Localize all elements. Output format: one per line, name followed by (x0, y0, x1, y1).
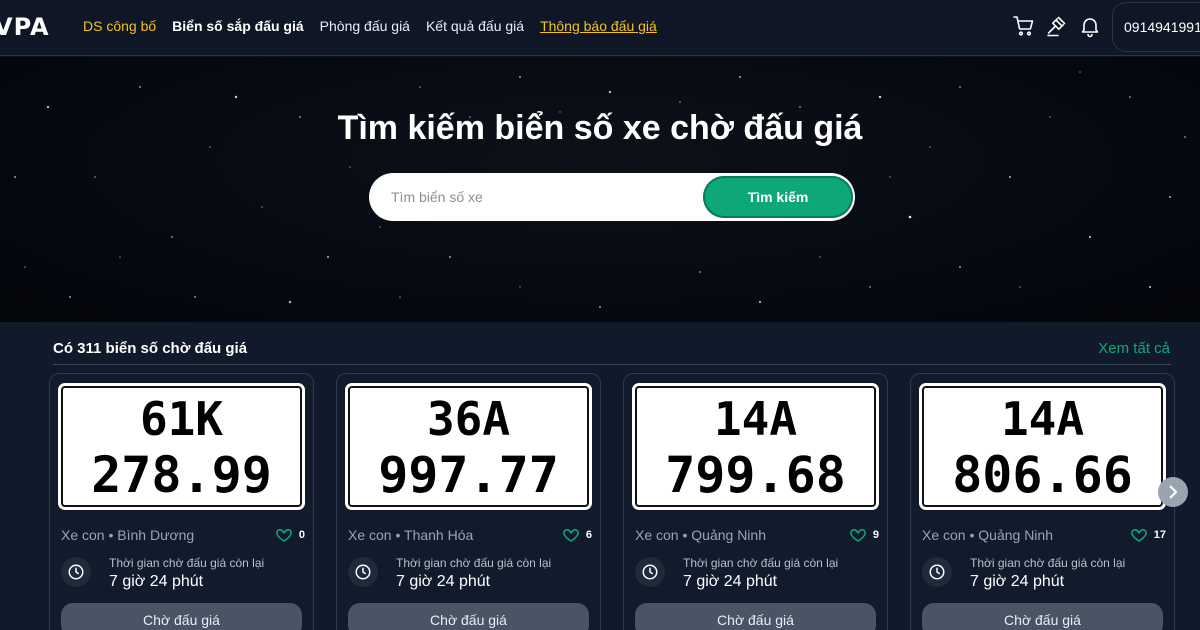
license-plate: 14A 806.66 (922, 386, 1163, 507)
pending-plates-section: Có 311 biển số chờ đấu giá Xem tất cả 61… (0, 322, 1200, 630)
like-counter: 0 (275, 526, 305, 544)
plate-meta: Xe con • Thanh Hóa (348, 527, 474, 543)
time-remaining-label: Thời gian chờ đấu giá còn lại (970, 556, 1126, 570)
plate-line-2: 799.68 (665, 446, 846, 504)
bell-icon[interactable] (1078, 14, 1102, 38)
like-counter: 9 (849, 526, 879, 544)
plate-line-1: 14A (713, 392, 798, 446)
plate-card[interactable]: 61K 278.99 Xe con • Bình Dương 0 Thời gi… (49, 373, 314, 630)
heart-icon[interactable] (849, 526, 867, 544)
nav-ket-qua-dau-gia[interactable]: Kết quả đấu giá (426, 18, 524, 34)
like-count: 17 (1153, 529, 1166, 541)
section-divider (53, 364, 1171, 365)
clock-icon (348, 557, 378, 587)
waiting-auction-button[interactable]: Chờ đấu giá (922, 603, 1163, 630)
plate-card[interactable]: 14A 799.68 Xe con • Quảng Ninh 9 Thời gi… (623, 373, 888, 630)
top-navigation-bar: VPA DS công bố Biển số sắp đấu giá Phòng… (0, 0, 1200, 56)
plate-line-1: 14A (1000, 392, 1085, 446)
site-logo[interactable]: VPA (0, 13, 50, 41)
clock-icon (635, 557, 665, 587)
time-remaining-value: 7 giờ 24 phút (396, 573, 491, 590)
plate-line-2: 997.77 (378, 446, 559, 504)
search-button[interactable]: Tìm kiếm (703, 176, 853, 218)
nav-phong-dau-gia[interactable]: Phòng đấu giá (320, 18, 410, 34)
like-counter: 17 (1130, 526, 1166, 544)
user-phone-account[interactable]: 0914941991 (1112, 2, 1200, 52)
waiting-auction-button[interactable]: Chờ đấu giá (61, 603, 302, 630)
plate-search-input[interactable] (369, 173, 699, 221)
main-nav: DS công bố Biển số sắp đấu giá Phòng đấu… (83, 18, 657, 34)
nav-ds-cong-bo[interactable]: DS công bố (83, 18, 156, 34)
time-remaining-value: 7 giờ 24 phút (109, 573, 204, 590)
chevron-right-icon (1169, 485, 1178, 499)
heart-icon[interactable] (275, 526, 293, 544)
gavel-icon[interactable] (1045, 14, 1069, 38)
nav-thong-bao-dau-gia[interactable]: Thông báo đấu giá (540, 18, 657, 34)
waiting-auction-button[interactable]: Chờ đấu giá (635, 603, 876, 630)
plate-line-2: 806.66 (952, 446, 1133, 504)
time-remaining-label: Thời gian chờ đấu giá còn lại (683, 556, 839, 570)
like-counter: 6 (562, 526, 592, 544)
like-count: 6 (585, 529, 592, 541)
plate-meta: Xe con • Quảng Ninh (635, 527, 766, 543)
plate-line-2: 278.99 (91, 446, 272, 504)
plate-line-1: 36A (426, 392, 511, 446)
plate-meta: Xe con • Quảng Ninh (922, 527, 1053, 543)
heart-icon[interactable] (562, 526, 580, 544)
plate-card[interactable]: 14A 806.66 Xe con • Quảng Ninh 17 Thời g… (910, 373, 1175, 630)
plate-meta: Xe con • Bình Dương (61, 527, 195, 543)
license-plate: 61K 278.99 (61, 386, 302, 507)
clock-icon (922, 557, 952, 587)
plate-line-1: 61K (139, 392, 224, 446)
license-plate: 14A 799.68 (635, 386, 876, 507)
like-count: 0 (298, 529, 305, 541)
time-remaining-label: Thời gian chờ đấu giá còn lại (396, 556, 552, 570)
clock-icon (61, 557, 91, 587)
hero-title: Tìm kiếm biển số xe chờ đấu giá (337, 109, 863, 147)
license-plate: 36A 997.77 (348, 386, 589, 507)
plate-card[interactable]: 36A 997.77 Xe con • Thanh Hóa 6 Thời gia… (336, 373, 601, 630)
hero-search-section: Tìm kiếm biển số xe chờ đấu giá Tìm kiếm (0, 57, 1200, 322)
search-bar: Tìm kiếm (369, 173, 855, 221)
carousel-next-button[interactable] (1158, 477, 1188, 507)
cart-icon[interactable] (1012, 14, 1036, 38)
nav-bien-so-sap-dau-gia[interactable]: Biển số sắp đấu giá (172, 18, 303, 34)
plates-count-title: Có 311 biển số chờ đấu giá (53, 340, 248, 357)
heart-icon[interactable] (1130, 526, 1148, 544)
time-remaining-label: Thời gian chờ đấu giá còn lại (109, 556, 265, 570)
waiting-auction-button[interactable]: Chờ đấu giá (348, 603, 589, 630)
see-all-link[interactable]: Xem tất cả (1098, 340, 1170, 357)
like-count: 9 (872, 529, 879, 541)
time-remaining-value: 7 giờ 24 phút (970, 573, 1065, 590)
time-remaining-value: 7 giờ 24 phút (683, 573, 778, 590)
